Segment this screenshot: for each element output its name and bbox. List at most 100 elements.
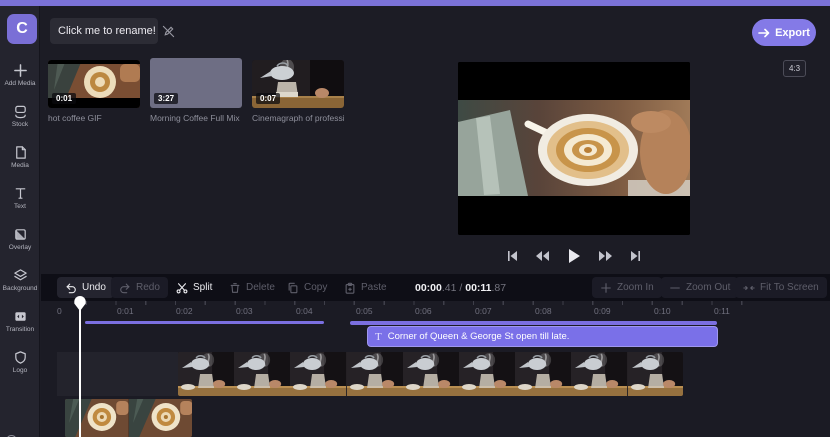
- fit-to-screen-button[interactable]: Fit To Screen: [735, 277, 827, 298]
- project-title-input[interactable]: Click me to rename!: [50, 18, 158, 44]
- sidebar-item-label: Text: [14, 202, 26, 210]
- rewind-button[interactable]: [535, 250, 550, 262]
- layers-icon: [13, 268, 27, 280]
- rewind-icon: [536, 251, 549, 261]
- sidebar-item-label: Transition: [5, 325, 35, 333]
- time-separator: /: [456, 282, 466, 294]
- ruler-label: 0:01: [117, 306, 134, 316]
- filmstrip-frame: [347, 352, 403, 396]
- media-item-hot-coffee-gif[interactable]: 0:01 hot coffee GIF: [48, 60, 140, 123]
- rename-disabled-icon: [162, 25, 175, 38]
- copy-button[interactable]: Copy: [279, 277, 335, 298]
- ruler-label: 0:06: [415, 306, 432, 316]
- time-current: 00:00: [415, 282, 442, 294]
- zoom-in-label: Zoom In: [617, 282, 654, 293]
- video-preview-canvas: [458, 62, 690, 235]
- paste-button[interactable]: Paste: [336, 277, 395, 298]
- app-window: C Add Media Stock Media Text Overlay Bac…: [0, 0, 830, 437]
- ruler-label: 0:11: [714, 306, 730, 316]
- sidebar-item-transition[interactable]: Transition: [0, 300, 40, 341]
- timeline: 0 0:01 0:02 0:03 0:04 0:05 0:06 0:07 0:0…: [41, 301, 830, 437]
- zoom-in-button[interactable]: Zoom In: [592, 277, 662, 298]
- sidebar-item-add-media[interactable]: Add Media: [0, 54, 40, 95]
- text-icon: [15, 187, 25, 199]
- sidebar-item-logo[interactable]: Logo: [0, 341, 40, 382]
- time-display: 00:00.41 / 00:11.87: [415, 282, 506, 294]
- time-current-frac: .41: [441, 282, 457, 294]
- sidebar-item-media[interactable]: Media: [0, 136, 40, 177]
- skip-end-icon: [631, 251, 640, 261]
- ruler-label: 0:03: [236, 306, 253, 316]
- media-thumbnail: 0:01: [48, 60, 140, 108]
- text-clip-icon: T: [375, 330, 382, 343]
- ruler-label: 0:10: [654, 306, 671, 316]
- zoom-out-button[interactable]: Zoom Out: [661, 277, 739, 298]
- audio-clip-segment-2[interactable]: [350, 321, 717, 325]
- ruler-label: 0: [57, 306, 62, 316]
- play-button[interactable]: [567, 248, 581, 264]
- shield-icon: [14, 350, 26, 364]
- paste-icon: [345, 282, 355, 294]
- ruler-label: 0:07: [475, 306, 492, 316]
- media-thumbnail: 0:07: [252, 60, 344, 108]
- ruler-label: 0:05: [356, 306, 373, 316]
- fit-to-screen-label: Fit To Screen: [760, 282, 819, 293]
- video-clip-cinemagraph[interactable]: [178, 352, 683, 396]
- fast-forward-icon: [599, 251, 612, 261]
- sidebar-item-label: Media: [11, 161, 29, 169]
- filmstrip-frame: [628, 352, 684, 396]
- sidebar-item-stock[interactable]: Stock: [0, 95, 40, 136]
- time-total-frac: .87: [491, 282, 507, 294]
- duration-badge: 3:27: [154, 93, 179, 104]
- playhead-line: [79, 307, 81, 437]
- media-item-cinemagraph[interactable]: 0:07 Cinemagraph of professi...: [252, 60, 344, 123]
- ruler-label: 0:04: [296, 306, 313, 316]
- audio-clip-segment-1[interactable]: [85, 321, 324, 324]
- sidebar-item-overlay[interactable]: Overlay: [0, 218, 40, 259]
- plus-icon: [601, 282, 611, 293]
- play-icon: [569, 249, 580, 263]
- text-clip[interactable]: T Corner of Queen & George St open till …: [367, 326, 718, 347]
- arrow-right-icon: [758, 28, 770, 37]
- sidebar-item-background[interactable]: Background: [0, 259, 40, 300]
- scissors-icon: [176, 282, 188, 293]
- sidebar-item-label: Stock: [11, 120, 29, 128]
- paste-label: Paste: [361, 282, 387, 293]
- clipchamp-logo[interactable]: C: [7, 14, 37, 44]
- duration-badge: 0:01: [52, 93, 77, 104]
- fast-forward-button[interactable]: [598, 250, 613, 262]
- sidebar: C Add Media Stock Media Text Overlay Bac…: [0, 6, 40, 437]
- copy-icon: [288, 282, 298, 293]
- zoom-out-label: Zoom Out: [686, 282, 731, 293]
- filmstrip-frame: [234, 352, 290, 396]
- overlay-icon: [14, 228, 26, 240]
- timeline-toolbar: Undo Redo Split Delete Copy Paste 00:00.…: [41, 274, 830, 301]
- duration-badge: 0:07: [256, 93, 281, 104]
- undo-label: Undo: [82, 282, 106, 293]
- redo-button[interactable]: Redo: [111, 277, 168, 298]
- split-button[interactable]: Split: [168, 277, 220, 298]
- filmstrip-frame: [290, 352, 346, 396]
- delete-button[interactable]: Delete: [221, 277, 283, 298]
- aspect-ratio-badge[interactable]: 4:3: [783, 60, 807, 77]
- media-item-name: hot coffee GIF: [48, 113, 102, 123]
- skip-to-end-button[interactable]: [630, 250, 641, 262]
- plus-icon: [13, 63, 27, 77]
- timeline-ruler[interactable]: 0 0:01 0:02 0:03 0:04 0:05 0:06 0:07 0:0…: [41, 301, 830, 318]
- filmstrip-frame: [515, 352, 571, 396]
- browser-theme-strip: [0, 0, 830, 6]
- sidebar-item-label: Background: [2, 284, 38, 292]
- ruler-ticks: [57, 301, 757, 305]
- sidebar-item-label: Add Media: [4, 79, 36, 87]
- skip-to-start-button[interactable]: [507, 250, 518, 262]
- export-button[interactable]: Export: [752, 19, 816, 46]
- trash-icon: [230, 282, 240, 293]
- skip-start-icon: [508, 251, 517, 261]
- media-item-morning-coffee-full-mix[interactable]: 3:27 Morning Coffee Full Mix: [150, 58, 242, 123]
- sidebar-item-text[interactable]: Text: [0, 177, 40, 218]
- fit-arrows-icon: [743, 285, 755, 290]
- text-clip-label: Corner of Queen & George St open till la…: [387, 331, 570, 342]
- redo-icon: [120, 283, 130, 293]
- playhead[interactable]: [73, 295, 87, 437]
- ruler-label: 0:08: [535, 306, 552, 316]
